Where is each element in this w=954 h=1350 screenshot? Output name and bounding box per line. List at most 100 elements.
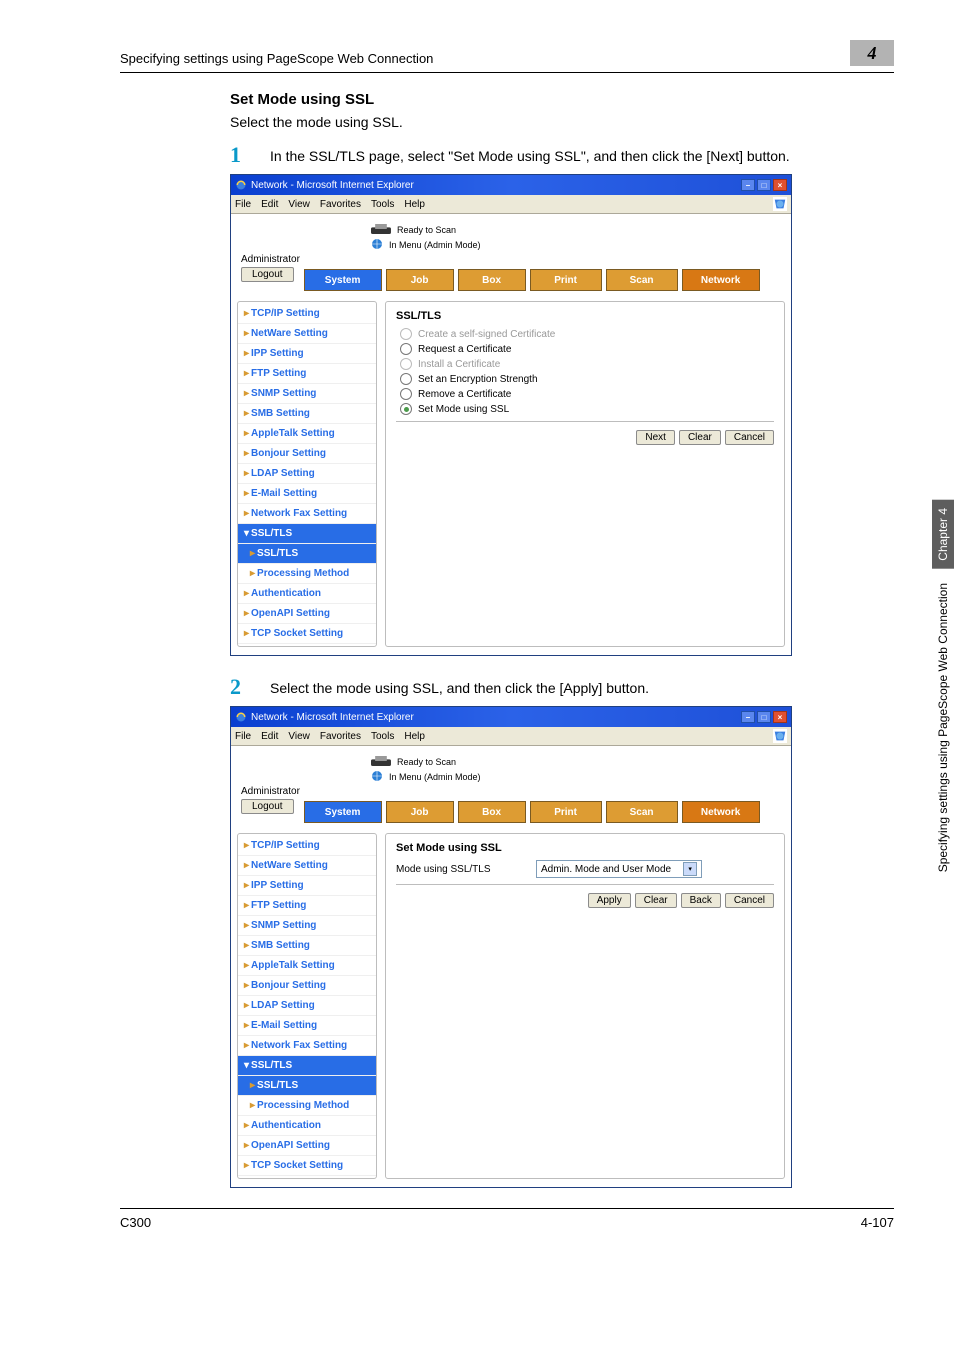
radio-install-cert[interactable]: Install a Certificate bbox=[400, 358, 774, 370]
menu-edit[interactable]: Edit bbox=[261, 199, 278, 210]
nav-ftp[interactable]: ▸FTP Setting bbox=[238, 364, 376, 384]
tab-system[interactable]: System bbox=[304, 801, 382, 823]
tab-system[interactable]: System bbox=[304, 269, 382, 291]
menu-edit[interactable]: Edit bbox=[261, 731, 278, 742]
radio-create-cert[interactable]: Create a self-signed Certificate bbox=[400, 328, 774, 340]
close-button[interactable]: × bbox=[773, 711, 787, 723]
tab-print[interactable]: Print bbox=[530, 801, 602, 823]
nav-netware[interactable]: ▸NetWare Setting bbox=[238, 324, 376, 344]
menu-favorites[interactable]: Favorites bbox=[320, 731, 361, 742]
nav-tcpsocket[interactable]: ▸TCP Socket Setting bbox=[238, 624, 376, 644]
nav-netfax[interactable]: ▸Network Fax Setting bbox=[238, 504, 376, 524]
nav-ssltls-sub[interactable]: ▸SSL/TLS bbox=[238, 544, 376, 564]
chevron-down-icon: ▾ bbox=[683, 862, 697, 876]
step-2-number: 2 bbox=[230, 676, 250, 698]
nav-appletalk[interactable]: ▸AppleTalk Setting bbox=[238, 956, 376, 976]
tab-box[interactable]: Box bbox=[458, 269, 526, 291]
radio-set-mode-ssl[interactable]: Set Mode using SSL bbox=[400, 403, 774, 415]
mode-label: Mode using SSL/TLS bbox=[396, 864, 536, 875]
nav-openapi[interactable]: ▸OpenAPI Setting bbox=[238, 604, 376, 624]
menu-favorites[interactable]: Favorites bbox=[320, 199, 361, 210]
chapter-number-badge: 4 bbox=[850, 40, 894, 66]
tab-print[interactable]: Print bbox=[530, 269, 602, 291]
clear-button[interactable]: Clear bbox=[635, 893, 677, 908]
maximize-button[interactable]: □ bbox=[757, 179, 771, 191]
cancel-button[interactable]: Cancel bbox=[725, 893, 774, 908]
mode-dropdown[interactable]: Admin. Mode and User Mode ▾ bbox=[536, 860, 702, 878]
back-button[interactable]: Back bbox=[681, 893, 721, 908]
menu-help[interactable]: Help bbox=[404, 199, 425, 210]
menu-tools[interactable]: Tools bbox=[371, 199, 394, 210]
tab-network[interactable]: Network bbox=[682, 269, 760, 291]
menu-file[interactable]: File bbox=[235, 731, 251, 742]
nav-processing-method[interactable]: ▸Processing Method bbox=[238, 1096, 376, 1116]
menu-view[interactable]: View bbox=[288, 731, 310, 742]
next-button[interactable]: Next bbox=[636, 430, 675, 445]
ie-logo-icon bbox=[235, 179, 247, 191]
close-button[interactable]: × bbox=[773, 179, 787, 191]
nav-smb[interactable]: ▸SMB Setting bbox=[238, 404, 376, 424]
ie-window-title: Network - Microsoft Internet Explorer bbox=[251, 180, 741, 191]
menu-file[interactable]: File bbox=[235, 199, 251, 210]
nav-tcpip[interactable]: ▸TCP/IP Setting bbox=[238, 836, 376, 856]
radio-request-cert[interactable]: Request a Certificate bbox=[400, 343, 774, 355]
separator bbox=[396, 884, 774, 885]
nav-bonjour[interactable]: ▸Bonjour Setting bbox=[238, 976, 376, 996]
nav-ipp[interactable]: ▸IPP Setting bbox=[238, 876, 376, 896]
nav-bonjour[interactable]: ▸Bonjour Setting bbox=[238, 444, 376, 464]
nav-smb[interactable]: ▸SMB Setting bbox=[238, 936, 376, 956]
nav-processing-method[interactable]: ▸Processing Method bbox=[238, 564, 376, 584]
nav-ssltls-sub[interactable]: ▸SSL/TLS bbox=[238, 1076, 376, 1096]
section-title: Set Mode using SSL bbox=[230, 91, 894, 108]
nav-snmp[interactable]: ▸SNMP Setting bbox=[238, 916, 376, 936]
menu-tools[interactable]: Tools bbox=[371, 731, 394, 742]
nav-ssltls-category[interactable]: ▾SSL/TLS bbox=[238, 1056, 376, 1076]
tab-job[interactable]: Job bbox=[386, 801, 454, 823]
step-1: 1 In the SSL/TLS page, select "Set Mode … bbox=[230, 144, 894, 166]
maximize-button[interactable]: □ bbox=[757, 711, 771, 723]
nav-snmp[interactable]: ▸SNMP Setting bbox=[238, 384, 376, 404]
nav-tcpsocket[interactable]: ▸TCP Socket Setting bbox=[238, 1156, 376, 1176]
printer-icon bbox=[371, 224, 391, 236]
cancel-button[interactable]: Cancel bbox=[725, 430, 774, 445]
main-tabs: System Job Box Print Scan Network bbox=[304, 801, 760, 823]
side-chapter-label: Chapter 4 bbox=[932, 500, 954, 569]
nav-netfax[interactable]: ▸Network Fax Setting bbox=[238, 1036, 376, 1056]
step-2-text: Select the mode using SSL, and then clic… bbox=[270, 676, 649, 698]
logout-button[interactable]: Logout bbox=[241, 267, 294, 282]
nav-openapi[interactable]: ▸OpenAPI Setting bbox=[238, 1136, 376, 1156]
radio-set-encryption[interactable]: Set an Encryption Strength bbox=[400, 373, 774, 385]
nav-authentication[interactable]: ▸Authentication bbox=[238, 1116, 376, 1136]
tab-scan[interactable]: Scan bbox=[606, 801, 678, 823]
nav-email[interactable]: ▸E-Mail Setting bbox=[238, 1016, 376, 1036]
apply-button[interactable]: Apply bbox=[588, 893, 631, 908]
radio-remove-cert[interactable]: Remove a Certificate bbox=[400, 388, 774, 400]
nav-tcpip[interactable]: ▸TCP/IP Setting bbox=[238, 304, 376, 324]
breadcrumb: Specifying settings using PageScope Web … bbox=[120, 51, 433, 66]
nav-authentication[interactable]: ▸Authentication bbox=[238, 584, 376, 604]
nav-ipp[interactable]: ▸IPP Setting bbox=[238, 344, 376, 364]
nav-ldap[interactable]: ▸LDAP Setting bbox=[238, 464, 376, 484]
menu-view[interactable]: View bbox=[288, 199, 310, 210]
nav-ldap[interactable]: ▸LDAP Setting bbox=[238, 996, 376, 1016]
tab-box[interactable]: Box bbox=[458, 801, 526, 823]
globe-icon bbox=[371, 238, 383, 252]
footer-left: C300 bbox=[120, 1215, 151, 1230]
nav-netware[interactable]: ▸NetWare Setting bbox=[238, 856, 376, 876]
tab-job[interactable]: Job bbox=[386, 269, 454, 291]
tab-scan[interactable]: Scan bbox=[606, 269, 678, 291]
settings-panel-2: Set Mode using SSL Mode using SSL/TLS Ad… bbox=[385, 833, 785, 1179]
minimize-button[interactable]: – bbox=[741, 179, 755, 191]
nav-ssltls-category[interactable]: ▾SSL/TLS bbox=[238, 524, 376, 544]
minimize-button[interactable]: – bbox=[741, 711, 755, 723]
nav-email[interactable]: ▸E-Mail Setting bbox=[238, 484, 376, 504]
logout-button[interactable]: Logout bbox=[241, 799, 294, 814]
clear-button[interactable]: Clear bbox=[679, 430, 721, 445]
status-menu: In Menu (Admin Mode) bbox=[389, 772, 481, 782]
ie-titlebar-2: Network - Microsoft Internet Explorer – … bbox=[231, 707, 791, 727]
nav-ftp[interactable]: ▸FTP Setting bbox=[238, 896, 376, 916]
menu-help[interactable]: Help bbox=[404, 731, 425, 742]
ie-window-title-2: Network - Microsoft Internet Explorer bbox=[251, 712, 741, 723]
tab-network[interactable]: Network bbox=[682, 801, 760, 823]
nav-appletalk[interactable]: ▸AppleTalk Setting bbox=[238, 424, 376, 444]
